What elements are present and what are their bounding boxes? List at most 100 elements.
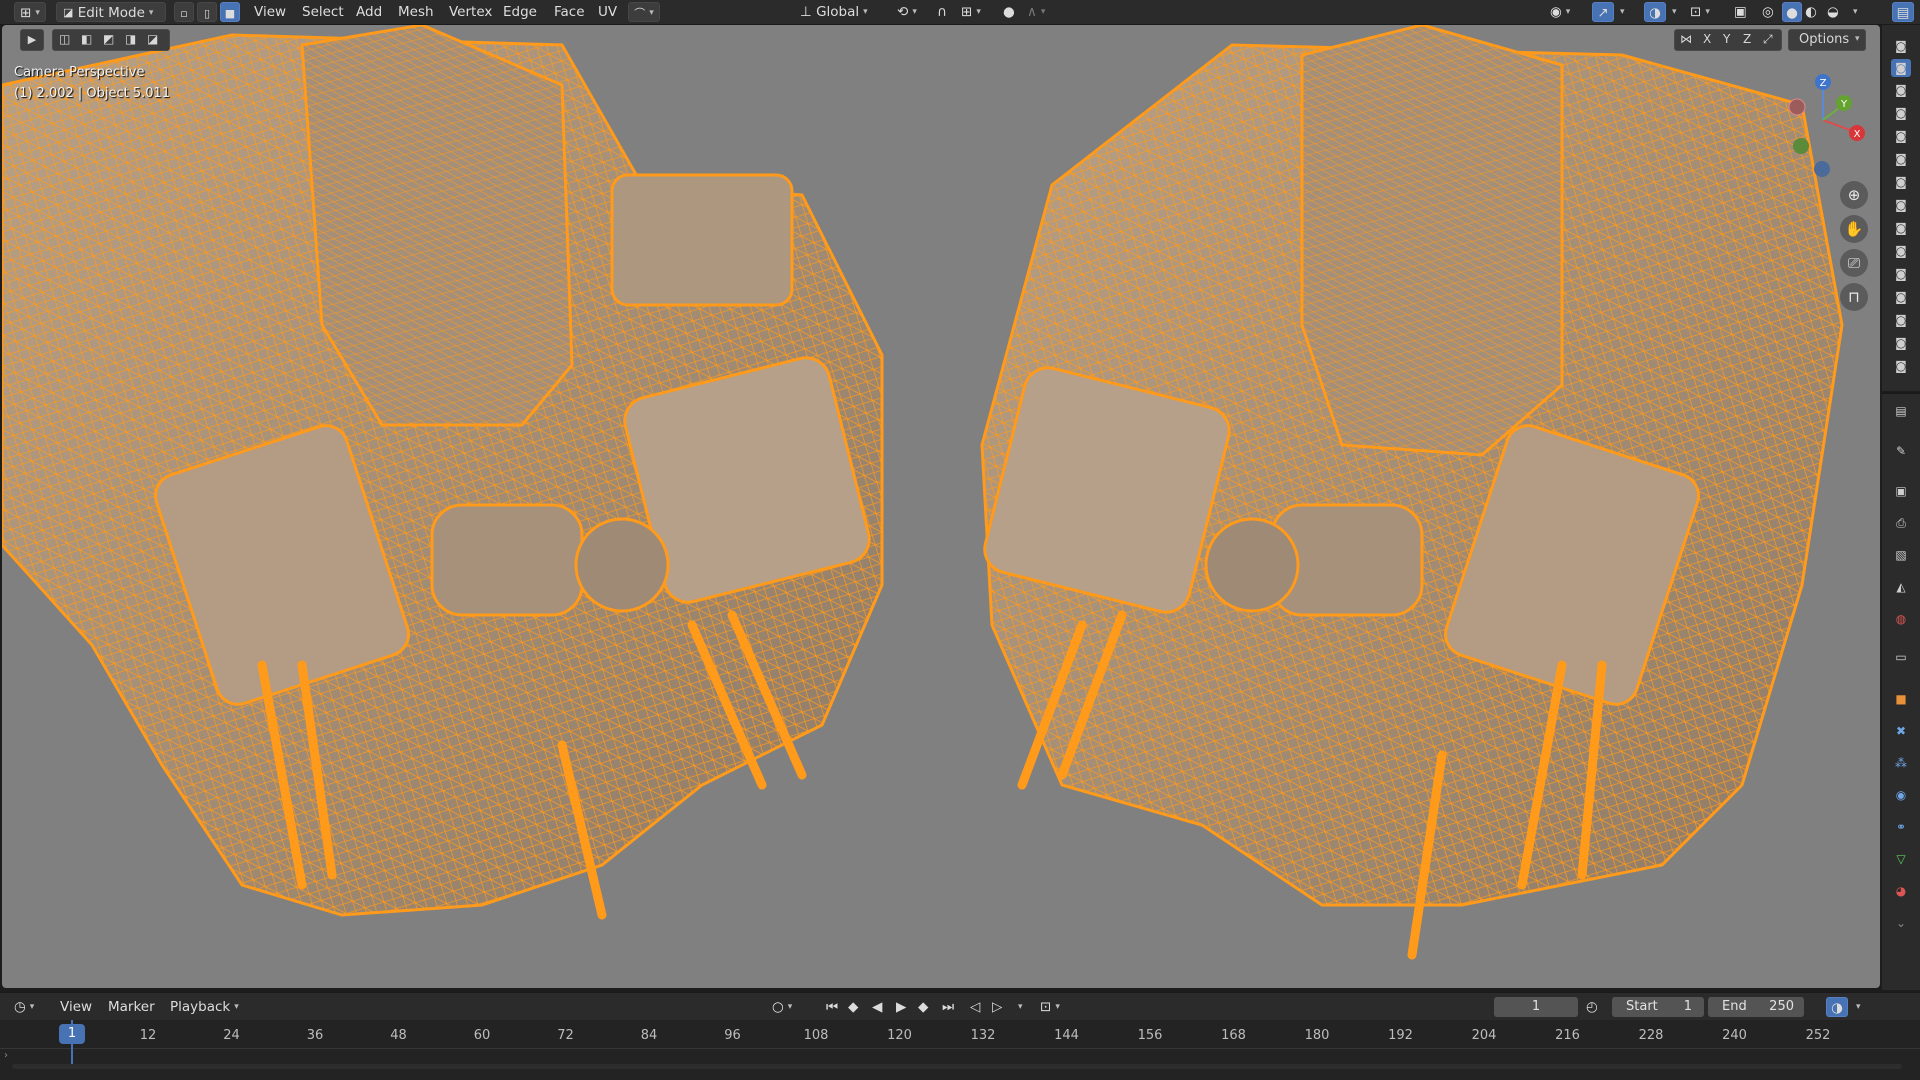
- playhead-frame-label[interactable]: 1: [59, 1024, 85, 1044]
- collection-tab-icon[interactable]: ▭: [1891, 648, 1911, 666]
- auto-keying-button[interactable]: ⊡ ▾: [1040, 997, 1074, 1017]
- material-tab-icon[interactable]: ◕: [1891, 882, 1911, 900]
- options-dropdown[interactable]: Options ▾: [1788, 29, 1866, 51]
- timeline-overlays-toggle[interactable]: ◑: [1826, 997, 1848, 1017]
- tool-properties-tab[interactable]: ▤: [1891, 402, 1911, 420]
- play-reverse-button[interactable]: ◀: [872, 997, 886, 1017]
- properties-editor-button[interactable]: ▤: [1892, 2, 1914, 22]
- overlays-dropdown[interactable]: ▾: [1668, 2, 1680, 22]
- menu-add[interactable]: Add: [356, 2, 382, 22]
- snap-toggle[interactable]: ∩: [937, 2, 955, 22]
- menu-view[interactable]: View: [254, 2, 286, 22]
- camera-visibility-icon[interactable]: ◙: [1891, 196, 1911, 214]
- camera-visibility-icon[interactable]: ◙: [1891, 104, 1911, 122]
- menu-select[interactable]: Select: [302, 2, 344, 22]
- 3d-viewport[interactable]: ▶ ◫ ◧ ◩ ◨ ◪ Camera Perspective (1) 2.002…: [2, 25, 1880, 988]
- mirror-x-toggle[interactable]: X: [1703, 32, 1711, 46]
- current-frame-field[interactable]: 1: [1494, 997, 1578, 1017]
- camera-visibility-icon[interactable]: ◙: [1891, 334, 1911, 352]
- select-box-modes[interactable]: ◫ ◧ ◩ ◨ ◪: [52, 29, 170, 51]
- lock-camera-button[interactable]: ⊓: [1840, 283, 1868, 311]
- camera-visibility-icon[interactable]: ◙: [1891, 127, 1911, 145]
- navigation-gizmo[interactable]: Z X Y: [1780, 65, 1870, 185]
- mirror-y-toggle[interactable]: Y: [1723, 32, 1730, 46]
- jump-start-button[interactable]: ⏮: [826, 997, 840, 1017]
- mode-dropdown[interactable]: ◪ Edit Mode ▾: [56, 2, 166, 22]
- gizmo-dropdown[interactable]: ▾: [1616, 2, 1628, 22]
- start-frame-field[interactable]: Start 1: [1612, 997, 1704, 1017]
- pan-view-button[interactable]: ✋: [1840, 215, 1868, 243]
- camera-visibility-icon[interactable]: ◙: [1891, 150, 1911, 168]
- visibility-button[interactable]: ◉ ▾: [1550, 2, 1586, 22]
- play-button[interactable]: ▶: [896, 997, 910, 1017]
- next-keyframe-button[interactable]: ◆: [918, 997, 934, 1017]
- menu-vertex[interactable]: Vertex: [449, 2, 492, 22]
- mirror-z-toggle[interactable]: Z: [1743, 32, 1751, 46]
- timeline-menu-view[interactable]: View: [60, 997, 92, 1017]
- shading-material-button[interactable]: ◐: [1805, 2, 1823, 22]
- menu-uv[interactable]: UV: [598, 2, 617, 22]
- pivot-point-button[interactable]: ⟲ ▾: [897, 2, 931, 22]
- object-tab-icon[interactable]: ■: [1891, 690, 1911, 708]
- xray-toggle[interactable]: ▣: [1734, 2, 1752, 22]
- timeline-overlays-dropdown[interactable]: ▾: [1852, 997, 1864, 1017]
- view-layer-tab-icon[interactable]: ▧: [1891, 546, 1911, 564]
- gizmo-toggle[interactable]: ↗: [1592, 2, 1614, 22]
- prev-frame-button[interactable]: ◁: [970, 997, 986, 1017]
- render-tab-icon[interactable]: ▣: [1891, 482, 1911, 500]
- snap-target-button[interactable]: ⊞ ▾: [961, 2, 987, 22]
- preview-range-toggle[interactable]: ◴: [1586, 997, 1604, 1017]
- menu-face[interactable]: Face: [554, 2, 585, 22]
- edge-select-mode-button[interactable]: ▯: [197, 2, 217, 22]
- timeline-frames-area[interactable]: 12 24 36 48 60 72 84 96 108 120 132 144 156 168 180 192…: [0, 1020, 1920, 1080]
- editor-type-button[interactable]: ⊞ ▾: [14, 2, 46, 22]
- overlays-toggle[interactable]: ◑: [1644, 2, 1666, 22]
- tool-select-button[interactable]: ▶: [20, 29, 44, 51]
- menu-mesh[interactable]: Mesh: [398, 2, 434, 22]
- next-frame-button[interactable]: ▷: [992, 997, 1008, 1017]
- camera-visibility-icon[interactable]: ◙: [1891, 173, 1911, 191]
- camera-visibility-icon[interactable]: ◙: [1891, 265, 1911, 283]
- transform-orientation-dropdown[interactable]: ⊥ Global ▾: [800, 2, 890, 22]
- shading-solid-button[interactable]: ●: [1782, 2, 1802, 22]
- camera-visibility-icon[interactable]: ◙: [1891, 81, 1911, 99]
- camera-visibility-icon[interactable]: ◙: [1891, 219, 1911, 237]
- mesh-overlays-button[interactable]: ⊡ ▾: [1690, 2, 1724, 22]
- camera-visibility-icon[interactable]: ◙: [1891, 357, 1911, 375]
- tool-tab-icon[interactable]: ✎: [1891, 442, 1911, 460]
- timeline-editor-type[interactable]: ◷ ▾: [14, 997, 48, 1017]
- shading-dropdown[interactable]: ▾: [1849, 2, 1861, 22]
- uv-sync-button[interactable]: ⌒ ▾: [628, 2, 660, 22]
- tabs-chevron-icon[interactable]: ⌄: [1891, 914, 1911, 932]
- expand-channels-icon[interactable]: ›: [4, 1050, 8, 1061]
- camera-visibility-icon[interactable]: ◙: [1891, 311, 1911, 329]
- prev-keyframe-button[interactable]: ◆: [848, 997, 864, 1017]
- mesh-data-tab-icon[interactable]: ▽: [1891, 850, 1911, 868]
- camera-view-button[interactable]: ⎚: [1840, 249, 1868, 277]
- vertex-select-mode-button[interactable]: ▫: [174, 2, 194, 22]
- camera-visibility-icon[interactable]: ◙: [1891, 242, 1911, 260]
- world-tab-icon[interactable]: ◍: [1891, 610, 1911, 628]
- timeline-scrollbar[interactable]: [12, 1064, 1902, 1069]
- face-select-mode-button[interactable]: ■: [220, 2, 240, 22]
- menu-edge[interactable]: Edge: [503, 2, 537, 22]
- timeline-menu-marker[interactable]: Marker: [108, 997, 155, 1017]
- shading-wireframe-button[interactable]: ◎: [1762, 2, 1780, 22]
- end-frame-field[interactable]: End 250: [1708, 997, 1804, 1017]
- camera-visibility-icon[interactable]: ◙: [1891, 288, 1911, 306]
- constraints-tab-icon[interactable]: ⚭: [1891, 818, 1911, 836]
- frame-step-dropdown[interactable]: ▾: [1014, 997, 1026, 1017]
- proportional-edit-toggle[interactable]: ●: [1003, 2, 1019, 22]
- keying-button[interactable]: ○ ▾: [772, 997, 808, 1017]
- particles-tab-icon[interactable]: ⁂: [1891, 754, 1911, 772]
- camera-visibility-icon[interactable]: ◙: [1891, 37, 1911, 55]
- jump-end-button[interactable]: ⏭: [942, 997, 956, 1017]
- scene-tab-icon[interactable]: ◭: [1891, 578, 1911, 596]
- output-tab-icon[interactable]: ⎙: [1891, 514, 1911, 532]
- shading-rendered-button[interactable]: ◒: [1827, 2, 1845, 22]
- timeline-menu-playback[interactable]: Playback ▾: [170, 997, 250, 1017]
- modifier-wrench-icon[interactable]: ✖: [1891, 722, 1911, 740]
- zoom-view-button[interactable]: ⊕: [1840, 181, 1868, 209]
- falloff-button[interactable]: ∧ ▾: [1027, 2, 1053, 22]
- camera-visibility-icon[interactable]: ◙: [1891, 59, 1911, 77]
